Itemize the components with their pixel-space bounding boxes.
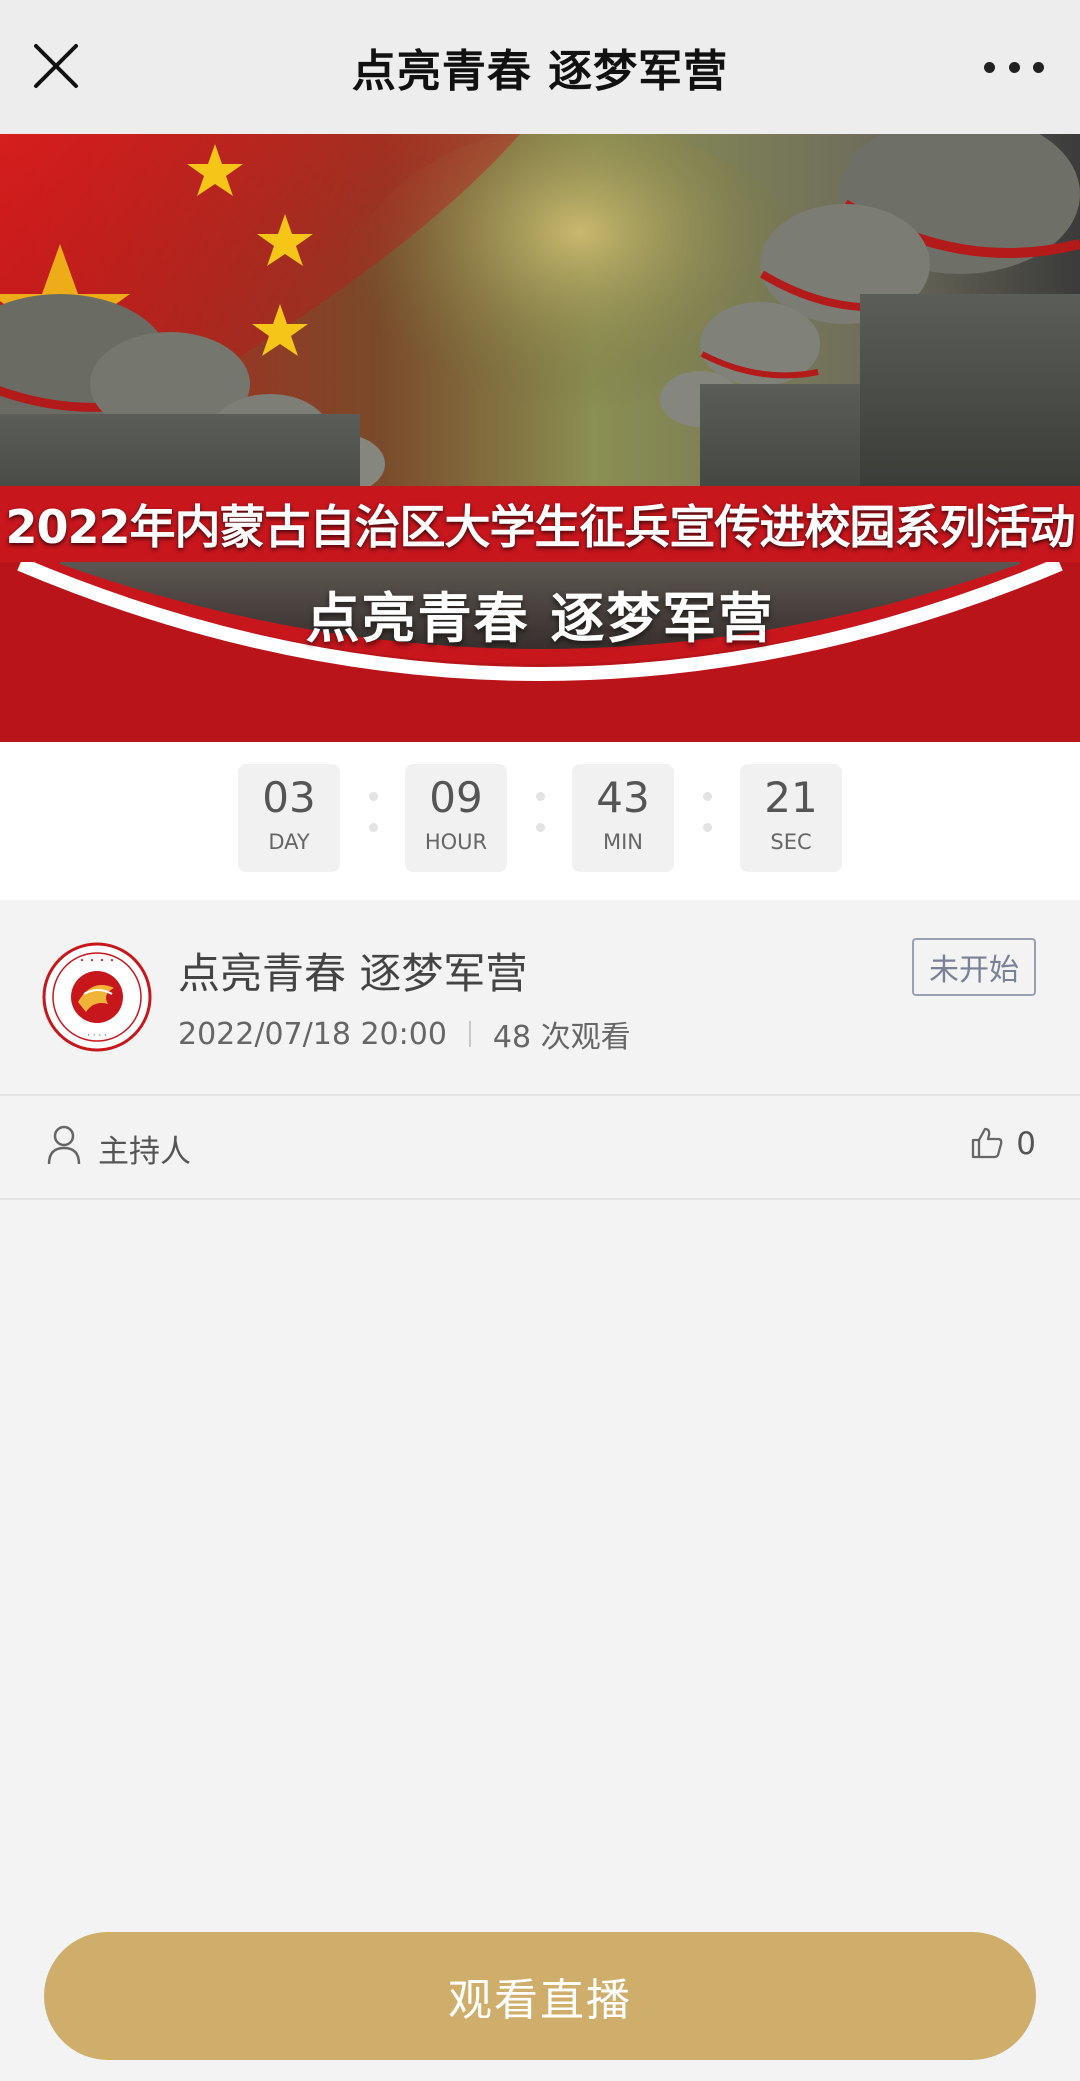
top-nav-bar: 点亮青春 逐梦军营 bbox=[0, 0, 1080, 134]
event-info: ・・・・ · · · · 点亮青春 逐梦军营 2022/07/18 20:00 … bbox=[0, 900, 1080, 1096]
event-banner: 2022年内蒙古自治区大学生征兵宣传进校园系列活动 点亮青春 逐梦军营 bbox=[0, 134, 1080, 742]
countdown-separator bbox=[535, 792, 545, 852]
banner-ribbon-text: 2022年内蒙古自治区大学生征兵宣传进校园系列活动 bbox=[5, 500, 1075, 554]
thumbs-up-icon[interactable] bbox=[970, 1126, 1004, 1160]
countdown-separator bbox=[702, 792, 712, 852]
countdown-value: 21 bbox=[764, 773, 818, 822]
svg-text:・・・・: ・・・・ bbox=[77, 956, 117, 967]
countdown-sec: 21 SEC bbox=[740, 764, 842, 872]
countdown-value: 03 bbox=[262, 773, 316, 822]
banner-ribbon: 2022年内蒙古自治区大学生征兵宣传进校园系列活动 bbox=[0, 486, 1080, 562]
countdown-hour: 09 HOUR bbox=[405, 764, 507, 872]
svg-text:· · · ·: · · · · bbox=[87, 1031, 107, 1041]
banner-subtitle: 点亮青春 逐梦军营 bbox=[305, 587, 775, 650]
countdown-unit: DAY bbox=[268, 830, 310, 854]
person-icon bbox=[47, 1125, 81, 1165]
school-logo: ・・・・ · · · · bbox=[42, 942, 152, 1052]
countdown-value: 43 bbox=[596, 773, 650, 822]
meta-divider bbox=[468, 1021, 471, 1047]
countdown-day: 03 DAY bbox=[238, 764, 340, 872]
event-datetime: 2022/07/18 20:00 bbox=[178, 1016, 447, 1052]
countdown-timer: 03 DAY 09 HOUR 43 MIN 21 SEC bbox=[0, 742, 1080, 900]
close-icon[interactable] bbox=[30, 40, 82, 92]
host-label: 主持人 bbox=[98, 1134, 191, 1170]
event-title: 点亮青春 逐梦军营 bbox=[178, 949, 528, 998]
event-meta: 2022/07/18 20:00 48 次观看 bbox=[178, 1012, 631, 1056]
countdown-separator bbox=[368, 792, 378, 852]
more-dots-icon[interactable] bbox=[984, 52, 1044, 82]
view-count: 48 次观看 bbox=[492, 1020, 631, 1055]
host-bar: 主持人 0 bbox=[0, 1098, 1080, 1200]
countdown-unit: HOUR bbox=[424, 830, 488, 854]
countdown-unit: MIN bbox=[602, 830, 644, 854]
status-badge: 未开始 bbox=[912, 938, 1036, 996]
page-title: 点亮青春 逐梦军营 bbox=[351, 46, 729, 97]
like-count: 0 bbox=[1016, 1126, 1036, 1162]
countdown-value: 09 bbox=[429, 773, 483, 822]
countdown-unit: SEC bbox=[770, 830, 812, 854]
countdown-min: 43 MIN bbox=[572, 764, 674, 872]
watch-live-button[interactable]: 观看直播 bbox=[44, 1932, 1036, 2060]
